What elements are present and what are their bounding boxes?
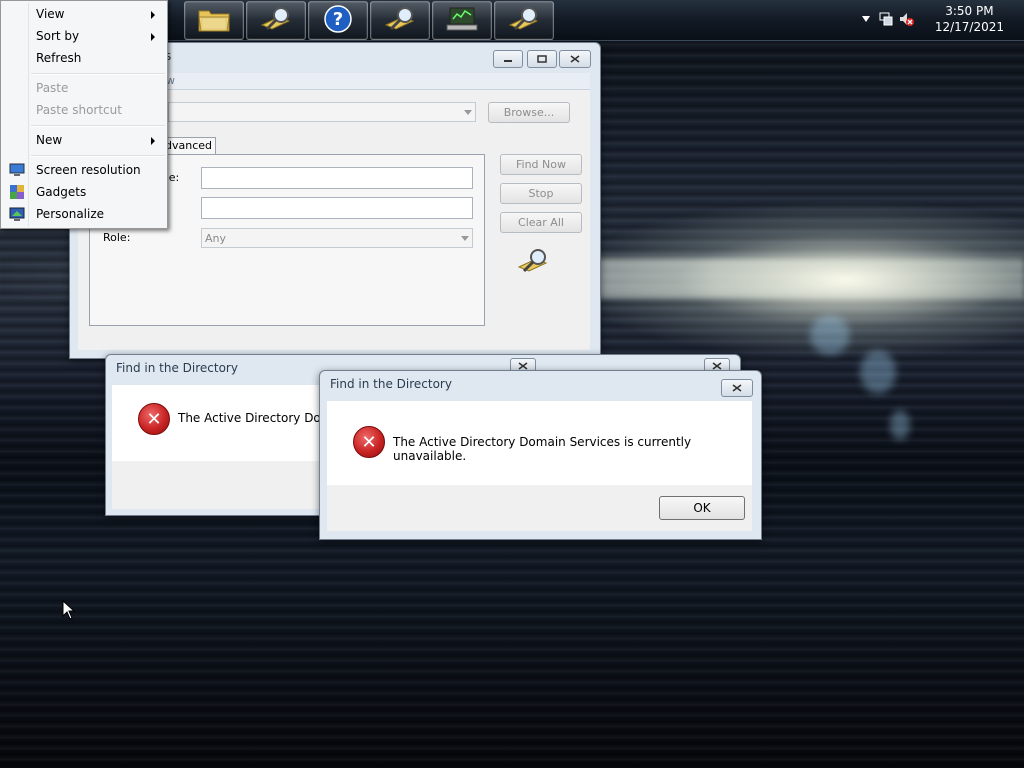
find-taskbar-button-3[interactable]: [494, 1, 554, 40]
search-animation-icon: [515, 247, 551, 278]
menu-item-paste-shortcut[interactable]: Paste shortcut: [3, 100, 165, 120]
help-taskbar-button[interactable]: ?: [308, 1, 368, 40]
stop-button[interactable]: Stop: [500, 183, 582, 204]
help-icon: ?: [323, 4, 353, 37]
menu-item-label: View: [36, 7, 65, 21]
chevron-right-icon: [151, 11, 155, 19]
show-hidden-icons-icon[interactable]: [858, 11, 874, 27]
description-input[interactable]: [201, 197, 473, 219]
personalize-icon: [9, 206, 25, 222]
menu-item-screen-resolution[interactable]: Screen resolution: [3, 160, 165, 180]
menu-item-gadgets[interactable]: Gadgets: [3, 182, 165, 202]
computer-management-taskbar-button[interactable]: [432, 1, 492, 40]
wallpaper-bokeh: [860, 350, 896, 394]
magnifier-icon: [259, 5, 293, 36]
menu-item-refresh[interactable]: Refresh: [3, 48, 165, 68]
in-location-combo[interactable]: [168, 102, 476, 122]
menu-item-personalize[interactable]: Personalize: [3, 204, 165, 224]
clear-all-button[interactable]: Clear All: [500, 212, 582, 233]
menu-item-label: Personalize: [36, 207, 105, 221]
dialog-button-area: OK: [327, 485, 752, 531]
file-explorer-taskbar-button[interactable]: [184, 1, 244, 40]
role-label: Role:: [103, 231, 131, 244]
menu-item-label: Paste: [36, 81, 69, 95]
error-icon: ✕: [138, 403, 170, 435]
maximize-button[interactable]: [527, 50, 557, 68]
browse-button[interactable]: Browse...: [488, 102, 570, 123]
wallpaper-bokeh: [810, 315, 850, 355]
dialog-message: The Active Directory Doma: [178, 411, 340, 425]
volume-muted-icon[interactable]: [898, 11, 914, 27]
close-icon: [712, 361, 722, 370]
dialog-title: Find in the Directory: [330, 377, 452, 391]
clock[interactable]: 3:50 PM 12/17/2021: [935, 3, 1004, 35]
chevron-right-icon: [151, 137, 155, 145]
chevron-down-icon: [461, 236, 469, 241]
close-button[interactable]: [721, 379, 753, 397]
maximize-icon: [537, 55, 547, 63]
wallpaper-bokeh: [890, 410, 910, 440]
action-center-icon[interactable]: [878, 11, 894, 27]
close-icon: [570, 55, 580, 63]
ok-button[interactable]: OK: [659, 496, 745, 520]
monitor-icon: [445, 5, 479, 36]
chevron-down-icon: [464, 110, 472, 115]
close-icon: [518, 361, 528, 370]
find-now-button[interactable]: Find Now: [500, 154, 582, 175]
menu-item-label: New: [36, 133, 63, 147]
menu-separator: [31, 73, 165, 75]
folder-icon: [197, 5, 231, 36]
role-combo[interactable]: Any: [201, 228, 473, 248]
menu-separator: [31, 155, 165, 157]
chevron-right-icon: [151, 33, 155, 41]
desktop-context-menu: View Sort by Refresh Paste Paste shortcu…: [0, 0, 168, 229]
gadgets-icon: [9, 184, 25, 200]
error-dialog-front[interactable]: Find in the Directory ✕ The Active Direc…: [319, 370, 762, 540]
magnifier-icon: [383, 5, 417, 36]
name-input[interactable]: [201, 167, 473, 189]
system-tray: 3:50 PM 12/17/2021: [854, 0, 1024, 40]
close-icon: [732, 384, 742, 392]
minimize-button[interactable]: [493, 50, 523, 68]
menu-item-label: Sort by: [36, 29, 80, 43]
screen-resolution-icon: [9, 162, 25, 178]
find-taskbar-button-2[interactable]: [370, 1, 430, 40]
menu-item-label: Gadgets: [36, 185, 87, 199]
menu-item-label: Refresh: [36, 51, 82, 65]
dialog-message: The Active Directory Domain Services is …: [393, 435, 692, 463]
menu-item-label: Screen resolution: [36, 163, 141, 177]
wallpaper-glow: [560, 200, 1024, 360]
menu-separator: [31, 125, 165, 127]
dialog-message-area: ✕ The Active Directory Domain Services i…: [327, 401, 752, 485]
dialog-title: Find in the Directory: [116, 361, 238, 375]
menu-item-paste[interactable]: Paste: [3, 78, 165, 98]
menu-item-label: Paste shortcut: [36, 103, 122, 117]
clock-date: 12/17/2021: [934, 20, 1004, 34]
find-taskbar-button-1[interactable]: [246, 1, 306, 40]
tab-advanced[interactable]: dvanced: [162, 137, 216, 154]
menu-item-new[interactable]: New: [3, 130, 165, 150]
close-button[interactable]: [559, 50, 591, 68]
minimize-icon: [504, 60, 512, 62]
menu-item-sort-by[interactable]: Sort by: [3, 26, 165, 46]
clock-time: 3:50 PM: [945, 4, 994, 18]
magnifier-icon: [507, 5, 541, 36]
error-icon: ✕: [353, 426, 385, 458]
menu-item-view[interactable]: View: [3, 4, 165, 24]
svg-text:?: ?: [333, 9, 343, 30]
role-value: Any: [205, 232, 227, 245]
